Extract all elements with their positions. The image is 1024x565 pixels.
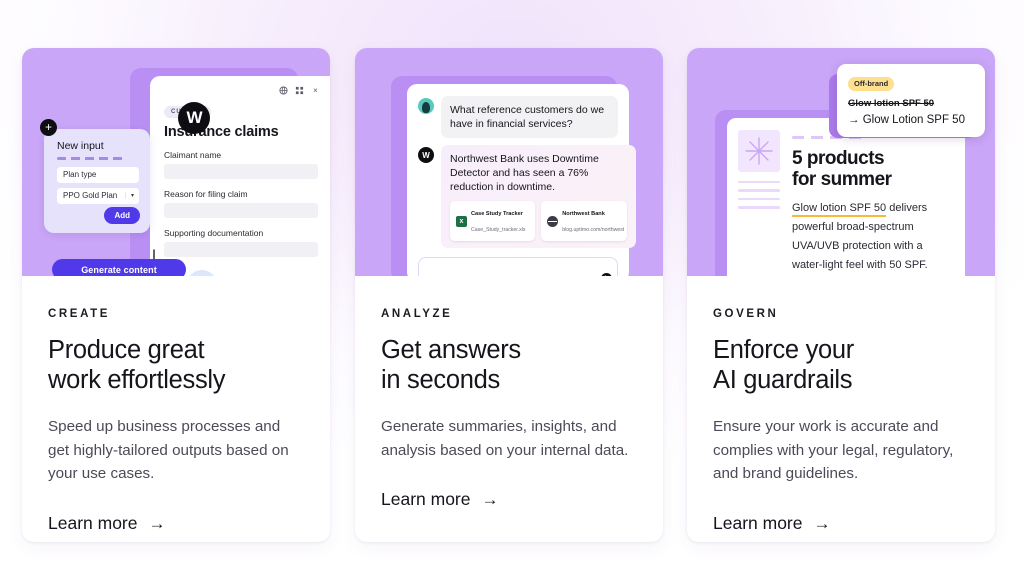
feature-card-govern[interactable]: 5 products for summer Glow lotion SPF 50… [687, 48, 995, 542]
card-body-govern: GOVERN Enforce your AI guardrails Ensure… [687, 276, 995, 534]
eyebrow-label: CREATE [48, 308, 111, 320]
grid-icon[interactable] [295, 86, 304, 95]
spreadsheet-icon [456, 215, 467, 227]
user-avatar [418, 98, 434, 114]
field-input-reason[interactable] [164, 203, 318, 218]
brand-logo-icon: W [178, 102, 210, 134]
citation-subtitle: Case_Study_tracker.xls [471, 227, 526, 233]
plan-select-value: PPO Gold Plan [63, 191, 118, 200]
learn-more-label: Learn more [381, 489, 471, 509]
learn-more-link[interactable]: Learn more → [713, 513, 969, 534]
off-brand-popover: Off-brand Glow lotion SPF 50 → Glow Loti… [837, 64, 985, 137]
feature-card-grid: × CUSTOM Insurance claims Claimant name … [0, 0, 1024, 565]
document-content: 5 products for summer Glow lotion SPF 50… [792, 130, 951, 276]
chevron-down-icon: ▾ [124, 192, 134, 199]
field-label-docs: Supporting documentation [164, 228, 264, 238]
highlighted-term: Glow lotion SPF 50 [792, 202, 887, 217]
hero-illustration-create: × CUSTOM Insurance claims Claimant name … [22, 48, 330, 276]
globe-icon [547, 215, 559, 227]
learn-more-label: Learn more [713, 512, 803, 533]
hero-illustration-govern: 5 products for summer Glow lotion SPF 50… [687, 48, 995, 276]
chat-window: What reference customers do we have in f… [407, 84, 636, 276]
headline-line-1: Produce great [48, 336, 205, 364]
suggested-term[interactable]: → Glow Lotion SPF 50 [848, 114, 974, 126]
assistant-bubble: Northwest Bank uses Downtime Detector an… [441, 145, 636, 248]
citation-subtitle: blog.uptimo.com/northwest [562, 227, 625, 233]
eyebrow-label: GOVERN [713, 308, 779, 320]
close-icon[interactable]: × [311, 86, 320, 95]
feature-card-create[interactable]: × CUSTOM Insurance claims Claimant name … [22, 48, 330, 542]
card-description: Speed up business processes and get high… [48, 418, 289, 482]
send-icon[interactable]: ➤ [601, 273, 612, 276]
headline-line-1: Enforce your [713, 336, 854, 364]
insurance-form-window: × CUSTOM Insurance claims Claimant name … [150, 76, 330, 276]
card-description: Generate summaries, insights, and analys… [381, 418, 629, 459]
citation-title: Northwest Bank [562, 211, 605, 217]
new-input-popover: New input Plan type PPO Gold Plan ▾ Add [44, 129, 150, 233]
doc-title-line-1: 5 products [792, 148, 885, 169]
card-body-create: CREATE Produce great work effortlessly S… [22, 276, 330, 534]
arrow-right-icon: → [813, 513, 831, 533]
citation-list: Case Study Tracker Case_Study_tracker.xl… [450, 201, 627, 241]
headline-line-1: Get answers [381, 336, 521, 364]
arrow-right-icon: → [148, 513, 166, 533]
page-title: Produce great work effortlessly [48, 335, 304, 395]
feature-card-analyze[interactable]: What reference customers do we have in f… [355, 48, 663, 542]
page-title: Enforce your AI guardrails [713, 335, 969, 395]
learn-more-label: Learn more [48, 512, 138, 533]
citation-card[interactable]: Northwest Bank blog.uptimo.com/northwest [541, 201, 627, 241]
document-preview: 5 products for summer Glow lotion SPF 50… [727, 118, 965, 276]
plan-type-input[interactable]: Plan type [57, 166, 139, 183]
drag-grip-icon[interactable] [136, 238, 146, 247]
learn-more-link[interactable]: Learn more → [381, 489, 637, 510]
eyebrow-label: ANALYZE [381, 308, 453, 320]
document-sidebar [738, 130, 780, 276]
learn-more-link[interactable]: Learn more → [48, 513, 304, 534]
document-paragraph: Glow lotion SPF 50 delivers powerful bro… [792, 199, 951, 275]
chat-composer-input[interactable]: ➤ [418, 257, 618, 276]
add-input-icon[interactable]: + [40, 119, 57, 136]
hero-illustration-analyze: What reference customers do we have in f… [355, 48, 663, 276]
document-title: 5 products for summer [792, 148, 951, 190]
card-description: Ensure your work is accurate and complie… [713, 418, 954, 482]
window-controls[interactable]: × [279, 86, 320, 95]
page-title: Get answers in seconds [381, 335, 637, 395]
citation-card[interactable]: Case Study Tracker Case_Study_tracker.xl… [450, 201, 536, 241]
chat-message-assistant: W Northwest Bank uses Downtime Detector … [418, 145, 636, 248]
headline-line-2: work effortlessly [48, 366, 226, 394]
assistant-avatar-icon: W [418, 147, 434, 163]
original-term: Glow lotion SPF 50 [848, 98, 935, 109]
status-badge: Off-brand [848, 76, 895, 91]
headline-line-2: AI guardrails [713, 366, 853, 394]
field-label-claimant: Claimant name [164, 150, 222, 160]
dashed-divider [57, 157, 125, 160]
chat-message-user: What reference customers do we have in f… [418, 96, 618, 138]
plan-select[interactable]: PPO Gold Plan ▾ [57, 187, 139, 204]
popover-title: New input [57, 140, 104, 152]
add-button[interactable]: Add [104, 207, 140, 224]
assistant-message-text: Northwest Bank uses Downtime Detector an… [450, 153, 599, 193]
field-input-claimant[interactable] [164, 164, 318, 179]
headline-line-2: in seconds [381, 366, 500, 394]
arrow-right-icon: → [481, 490, 499, 509]
sparkle-icon [738, 130, 780, 172]
doc-title-line-2: for summer [792, 169, 892, 190]
card-body-analyze: ANALYZE Get answers in seconds Generate … [355, 276, 663, 510]
field-label-reason: Reason for filing claim [164, 189, 248, 199]
generate-content-button[interactable]: Generate content [52, 259, 186, 276]
user-message-text: What reference customers do we have in f… [441, 96, 618, 138]
placeholder-lines [738, 181, 780, 209]
citation-title: Case Study Tracker [471, 211, 523, 217]
globe-icon[interactable] [279, 86, 288, 95]
